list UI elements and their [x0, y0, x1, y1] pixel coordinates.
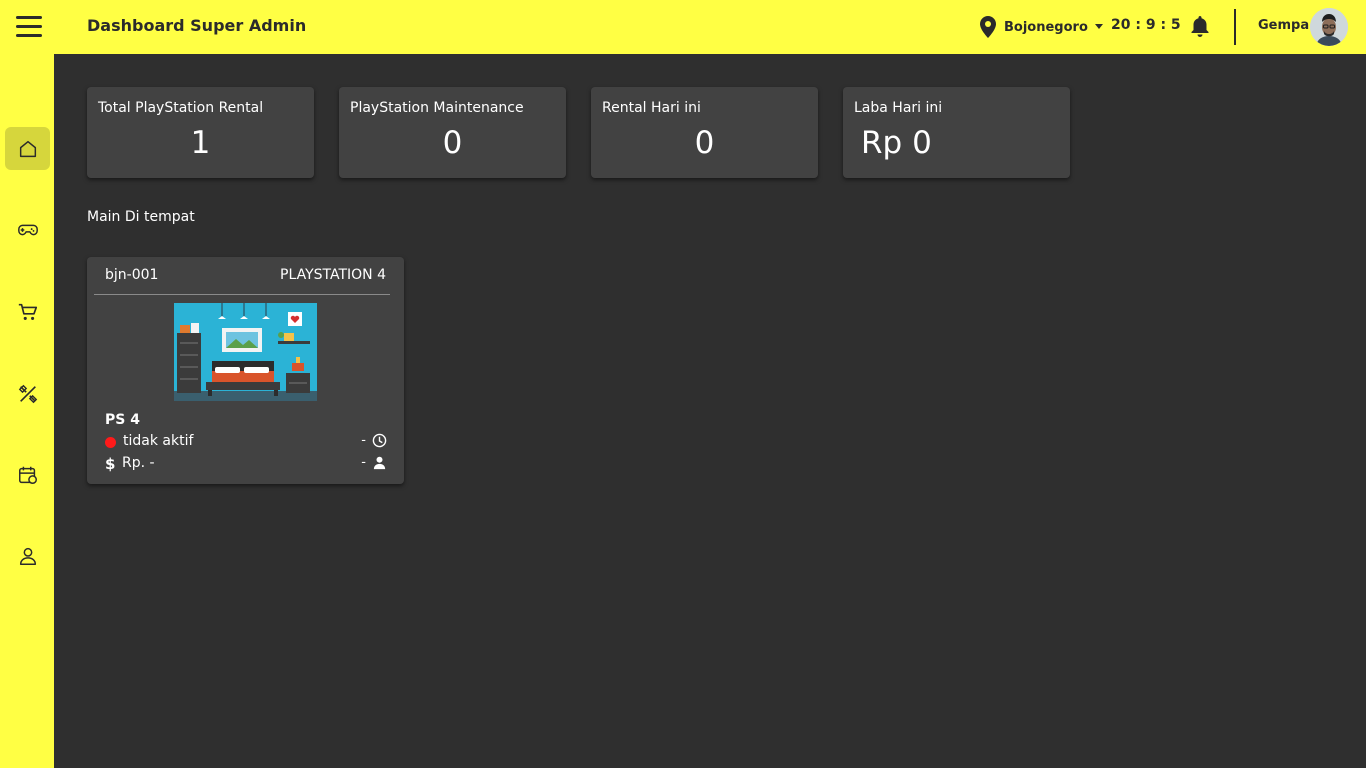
status-row: tidak aktif - [105, 433, 387, 451]
user-value: - [361, 455, 366, 470]
user-icon [19, 547, 36, 565]
console-card[interactable]: bjn-001 PLAYSTATION 4 PS 4 tidak aktif -… [87, 257, 404, 484]
home-icon [19, 140, 36, 157]
stat-value: 1 [190, 125, 211, 161]
report-icon [18, 466, 37, 484]
dollar-icon: $ [105, 455, 116, 473]
sidebar-item-maintenance[interactable] [5, 372, 50, 415]
console-name: PS 4 [105, 412, 140, 428]
cart-icon [18, 303, 37, 320]
sidebar-item-home[interactable] [5, 127, 50, 170]
room-illustration [174, 303, 317, 401]
page-title: Dashboard Super Admin [87, 16, 307, 35]
section-title: Main Di tempat [87, 209, 195, 225]
person-icon [373, 456, 386, 470]
stat-card-profit-today: Laba Hari ini Rp 0 [843, 87, 1070, 178]
stat-label: Laba Hari ini [854, 100, 943, 116]
price-text: Rp. - [122, 455, 155, 471]
stat-label: PlayStation Maintenance [350, 100, 524, 116]
price-row: $ Rp. - - [105, 455, 387, 473]
sidebar [0, 54, 54, 768]
card-divider [94, 294, 390, 295]
avatar[interactable] [1310, 8, 1348, 46]
sidebar-item-reports[interactable] [5, 453, 50, 496]
chevron-down-icon [1094, 24, 1103, 29]
console-type: PLAYSTATION 4 [280, 267, 386, 283]
sidebar-item-games[interactable] [5, 208, 50, 251]
menu-icon[interactable] [14, 14, 44, 40]
user-info: - [361, 455, 387, 470]
location-label: Bojonegoro [1004, 19, 1088, 35]
time-info: - [361, 433, 387, 448]
location-selector[interactable]: Bojonegoro [978, 15, 1104, 39]
location-pin-icon [980, 16, 996, 38]
stat-card-total-rental: Total PlayStation Rental 1 [87, 87, 314, 178]
status-text: tidak aktif [123, 433, 194, 449]
clock-icon [372, 433, 387, 448]
sidebar-item-users[interactable] [5, 534, 50, 577]
console-code: bjn-001 [105, 267, 159, 283]
stat-card-rental-today: Rental Hari ini 0 [591, 87, 818, 178]
stat-label: Rental Hari ini [602, 100, 701, 116]
time-value: - [361, 433, 366, 448]
stat-value: 0 [694, 125, 715, 161]
top-bar: Dashboard Super Admin Bojonegoro 20 : 9 … [0, 0, 1366, 54]
user-name: Gempa [1258, 18, 1310, 33]
tools-icon [18, 384, 37, 403]
header-divider [1234, 9, 1236, 45]
stat-label: Total PlayStation Rental [98, 100, 264, 116]
stat-value: Rp 0 [861, 125, 932, 161]
stat-card-maintenance: PlayStation Maintenance 0 [339, 87, 566, 178]
stat-value: 0 [442, 125, 463, 161]
gamepad-icon [17, 224, 38, 235]
clock: 20 : 9 : 5 [1111, 17, 1181, 33]
sidebar-item-cart[interactable] [5, 290, 50, 333]
bell-icon[interactable] [1188, 14, 1212, 38]
status-dot [105, 437, 116, 448]
